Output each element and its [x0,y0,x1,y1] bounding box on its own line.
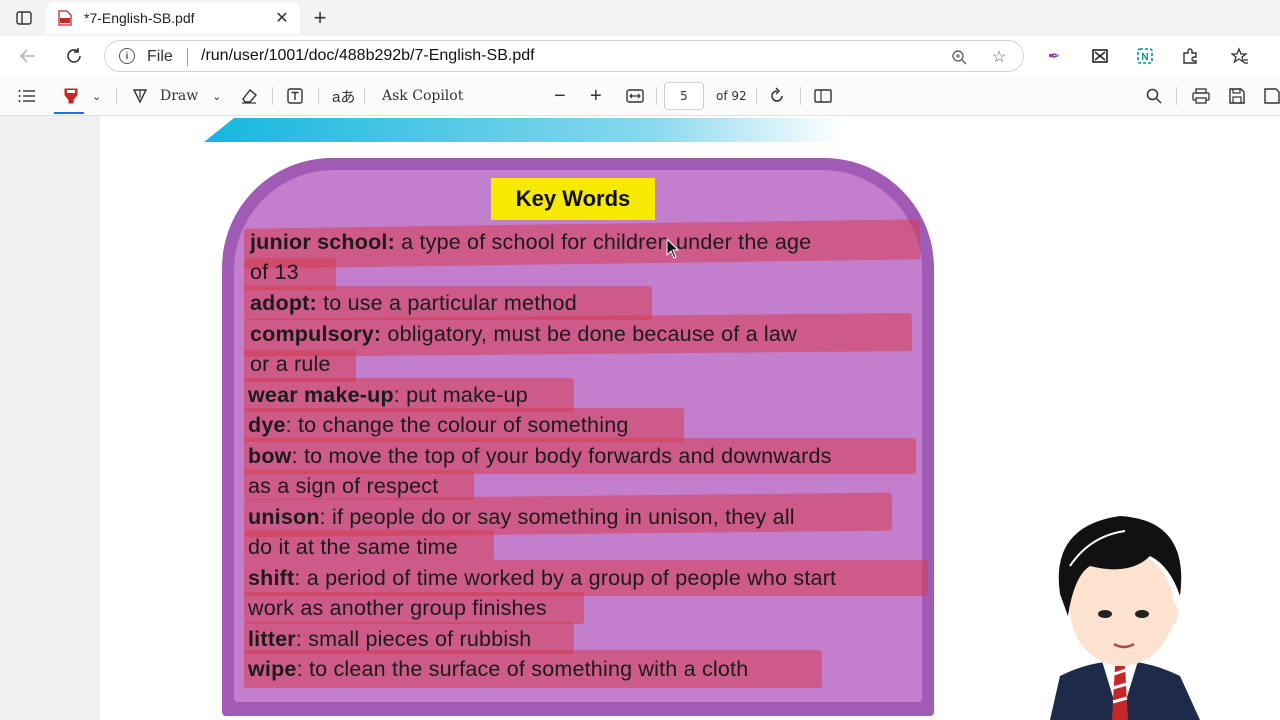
highlight-icon[interactable] [62,84,80,108]
page-count-label: of 92 [716,89,747,103]
tab-strip: *7-English-SB.pdf ✕ + [0,0,1280,36]
toolbar-divider [800,87,801,105]
page-view-icon[interactable] [814,84,832,108]
key-word-entry: do it at the same time [248,535,458,559]
toolbar-divider [656,87,657,105]
toolbar-divider [364,87,365,105]
key-word-entry: litter: small pieces of rubbish [248,627,532,651]
save-icon[interactable] [1229,84,1245,108]
address-bar[interactable]: i File /run/user/1001/doc/488b292b/7-Eng… [104,40,1024,72]
url-text[interactable]: /run/user/1001/doc/488b292b/7-English-SB… [201,47,535,65]
toolbar-divider [116,87,117,105]
key-word-entry: shift: a period of time worked by a grou… [248,566,837,590]
address-row: i File /run/user/1001/doc/488b292b/7-Eng… [0,36,1280,76]
feather-extension-icon[interactable]: ✒ [1042,44,1066,68]
draw-label: Draw [160,88,199,104]
extensions-puzzle-icon[interactable] [1178,44,1202,68]
key-word-entry: dye: to change the colour of something [248,413,629,437]
svg-text:N: N [1141,52,1148,63]
page-number-input[interactable]: 5 [664,82,704,110]
active-tab[interactable]: *7-English-SB.pdf ✕ [46,2,300,34]
new-tab-button[interactable]: + [308,5,332,30]
active-tool-indicator [54,112,84,114]
key-word-entry: of 13 [250,260,299,284]
draw-options-chevron-down-icon[interactable]: ⌄ [212,90,221,103]
pdf-file-icon [58,10,72,26]
contents-list-icon[interactable] [18,84,36,108]
mouse-cursor-icon [666,238,680,259]
decorative-ribbon [204,118,844,142]
toolbar-divider [756,87,757,105]
tab-title: *7-English-SB.pdf [84,10,195,26]
favorite-star-icon[interactable]: ☆ [989,47,1009,67]
rotate-icon[interactable] [768,84,786,108]
read-aloud-translate-icon[interactable]: aあ [332,84,355,108]
save-as-icon[interactable] [1264,84,1280,108]
key-word-entry: wipe: to clean the surface of something … [248,657,749,681]
pdf-toolbar: ⌄ Draw ⌄ aあ Ask Copilot − + 5 of 92 [0,76,1280,116]
key-words-title: Key Words [491,178,655,220]
key-word-entry: work as another group finishes [248,596,547,620]
document-viewport[interactable]: Key Words junior school: a type of schoo… [0,116,1280,720]
back-button[interactable] [16,44,40,68]
key-word-entry: bow: to move the top of your body forwar… [248,444,832,468]
zoom-in-button[interactable]: + [590,84,602,108]
text-box-icon[interactable] [286,84,304,108]
key-word-entry: as a sign of respect [248,474,439,498]
key-word-entry: junior school: a type of school for chil… [250,230,812,254]
print-icon[interactable] [1192,84,1210,108]
address-separator [187,48,188,66]
favorites-icon[interactable] [1228,44,1252,68]
tab-actions-menu-icon[interactable] [10,8,38,28]
address-scheme-label: File [147,48,173,65]
highlight-options-chevron-down-icon[interactable]: ⌄ [92,84,101,108]
close-tab-icon[interactable]: ✕ [270,6,294,30]
screenshot-extension-icon[interactable] [1088,44,1112,68]
key-word-entry: compulsory: obligatory, must be done bec… [250,322,797,346]
zoom-icon[interactable] [949,47,969,67]
draw-button[interactable]: Draw ⌄ [132,84,221,108]
draw-pen-icon [132,88,148,104]
key-word-entry: wear make-up: put make-up [248,383,528,407]
key-word-entry: unison: if people do or say something in… [248,505,795,529]
schoolboy-illustration [1050,516,1200,720]
toolbar-divider [1176,87,1177,105]
refresh-button[interactable] [62,44,86,68]
toolbar-divider [272,87,273,105]
key-word-entry: or a rule [250,352,331,376]
info-icon[interactable]: i [119,48,135,64]
key-word-entry: adopt: to use a particular method [250,291,577,315]
toolbar-divider [318,87,319,105]
pdf-page: Key Words junior school: a type of schoo… [100,116,1280,720]
notes-extension-icon[interactable]: N [1133,44,1157,68]
zoom-out-button[interactable]: − [554,84,566,108]
search-icon[interactable] [1146,84,1162,108]
fit-to-width-icon[interactable] [626,84,644,108]
ask-copilot-button[interactable]: Ask Copilot [382,84,463,108]
eraser-icon[interactable] [240,84,258,108]
